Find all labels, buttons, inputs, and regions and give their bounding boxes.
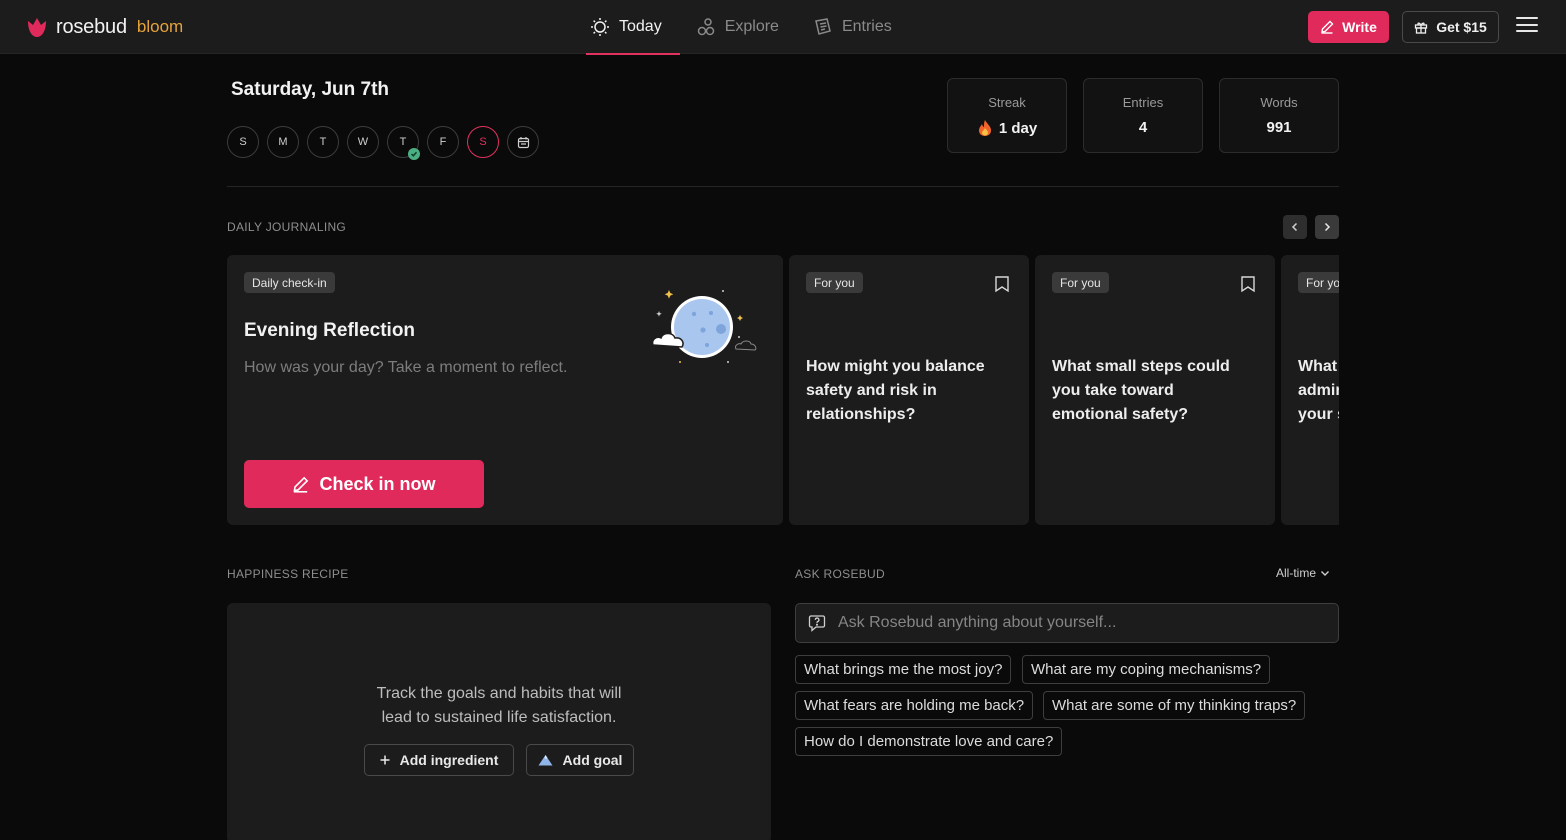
moon-illustration-icon (651, 290, 757, 363)
main-nav: Today Explore Entries (586, 0, 910, 55)
bookmark-icon[interactable] (1240, 275, 1256, 293)
time-range-dropdown[interactable]: All-time (1276, 566, 1330, 580)
for-you-tag: For you (806, 272, 863, 293)
calendar-icon (517, 136, 529, 148)
page-title: Saturday, Jun 7th (231, 79, 390, 100)
prompt-card[interactable]: For you What do you admire about your si… (1281, 255, 1339, 525)
add-goal-button[interactable]: Add goal (526, 744, 634, 776)
recipe-description: Track the goals and habits that will lea… (376, 685, 622, 726)
happiness-recipe-panel: Track the goals and habits that will lea… (227, 603, 771, 840)
day-friday[interactable]: F (427, 126, 459, 158)
streak-stat: Streak 1 day (947, 78, 1067, 153)
prompt-text: What do you admire about your side? (1298, 358, 1339, 423)
top-navigation-bar: rosebud bloom Today Explore Entries Writ… (0, 0, 1566, 55)
chat-question-icon (808, 615, 826, 632)
tab-today-label: Today (619, 18, 662, 35)
suggestion-chip[interactable]: What are some of my thinking traps? (1043, 691, 1306, 720)
for-you-tag: For you (1052, 272, 1109, 293)
prompt-card[interactable]: For you How might you balance safety and… (789, 255, 1029, 525)
entries-label: Entries (1122, 95, 1164, 110)
suggestion-chip[interactable]: How do I demonstrate love and care? (795, 727, 1063, 756)
write-button[interactable]: Write (1308, 11, 1389, 43)
suggestion-chip[interactable]: What are my coping mechanisms? (1022, 655, 1271, 684)
add-goal-label: Add goal (562, 752, 623, 768)
daily-checkin-card[interactable]: Daily check-in Evening Reflection How wa… (227, 255, 783, 525)
entries-value: 4 (1138, 119, 1148, 136)
check-in-now-label: Check in now (319, 473, 436, 494)
sun-icon (591, 18, 609, 36)
brand-tier: bloom (136, 17, 184, 36)
suggestion-chip[interactable]: What fears are holding me back? (795, 691, 1034, 720)
carousel-next-button[interactable] (1315, 215, 1339, 239)
entries-stat: Entries 4 (1083, 78, 1203, 153)
completed-check-icon (408, 148, 420, 160)
hamburger-menu-icon[interactable] (1516, 17, 1538, 37)
week-day-selector: S M T W T F S (227, 126, 539, 160)
streak-label: Streak (988, 95, 1026, 110)
brand-name: rosebud (56, 15, 127, 38)
get-15-button-label: Get $15 (1436, 19, 1487, 35)
day-tuesday[interactable]: T (307, 126, 339, 158)
checkin-title: Evening Reflection (244, 320, 416, 341)
get-15-button[interactable]: Get $15 (1402, 11, 1499, 43)
ask-rosebud-input[interactable] (838, 614, 1318, 632)
tab-entries-label: Entries (841, 18, 892, 35)
chevron-right-icon (1324, 222, 1331, 232)
daily-journaling-heading: DAILY JOURNALING (227, 220, 347, 234)
tab-entries[interactable]: Entries (809, 0, 910, 54)
suggestion-chip[interactable]: What brings me the most joy? (795, 655, 1012, 684)
calendar-button[interactable] (507, 126, 539, 158)
words-label: Words (1260, 95, 1298, 110)
prompt-text: How might you balance safety and risk in… (806, 358, 985, 423)
carousel-prev-button[interactable] (1283, 215, 1307, 239)
words-value: 991 (1266, 119, 1292, 136)
mountain-icon (538, 755, 553, 766)
prompt-text: What small steps could you take toward e… (1052, 358, 1230, 423)
write-button-label: Write (1342, 19, 1377, 35)
add-ingredient-label: Add ingredient (399, 752, 499, 768)
day-wednesday[interactable]: W (347, 126, 379, 158)
daily-checkin-tag: Daily check-in (244, 272, 335, 293)
journaling-carousel: Daily check-in Evening Reflection How wa… (227, 255, 1339, 525)
bookmark-icon[interactable] (994, 275, 1010, 293)
pencil-icon (293, 476, 309, 493)
day-monday[interactable]: M (267, 126, 299, 158)
streak-value: 1 day (998, 119, 1038, 137)
day-sunday[interactable]: S (227, 126, 259, 158)
divider (227, 186, 1339, 187)
rosebud-logo-icon (28, 18, 46, 37)
tab-explore[interactable]: Explore (692, 0, 797, 54)
check-in-now-button[interactable]: Check in now (244, 460, 484, 508)
chevron-down-icon (1321, 571, 1330, 576)
logo[interactable]: rosebud bloom (26, 14, 183, 40)
entries-icon (815, 18, 831, 35)
time-range-label: All-time (1276, 566, 1317, 580)
day-saturday-today[interactable]: S (467, 126, 499, 158)
explore-icon (697, 18, 714, 36)
day-thursday[interactable]: T (387, 126, 420, 160)
prompt-card[interactable]: For you What small steps could you take … (1035, 255, 1275, 525)
happiness-recipe-heading: HAPPINESS RECIPE (227, 567, 349, 581)
ask-rosebud-heading: ASK ROSEBUD (795, 567, 885, 581)
ask-rosebud-field[interactable] (795, 603, 1339, 643)
fire-icon (978, 120, 991, 136)
chevron-left-icon (1291, 222, 1298, 232)
for-you-tag: For you (1298, 272, 1339, 293)
tab-today[interactable]: Today (586, 0, 680, 55)
words-stat: Words 991 (1219, 78, 1339, 153)
plus-icon (380, 755, 390, 765)
tab-explore-label: Explore (724, 18, 779, 35)
checkin-subtitle: How was your day? Take a moment to refle… (244, 359, 568, 376)
add-ingredient-button[interactable]: Add ingredient (364, 744, 514, 776)
gift-icon (1415, 22, 1428, 34)
pencil-icon (1321, 20, 1334, 34)
